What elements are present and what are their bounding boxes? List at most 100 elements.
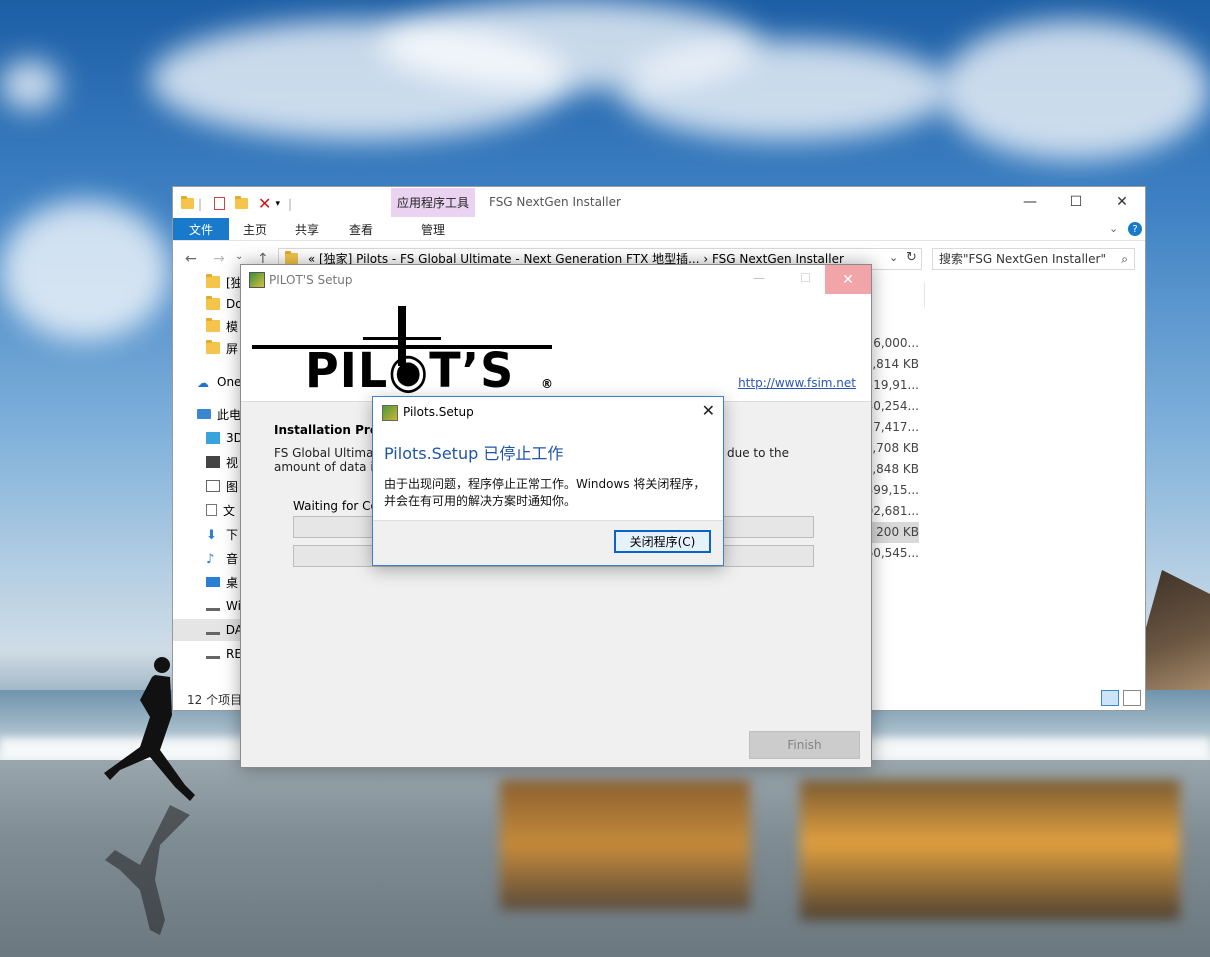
divider: | <box>198 196 203 211</box>
installation-heading: Installation Prog <box>274 423 387 437</box>
nav-item-folder-3[interactable]: 模 <box>173 315 243 337</box>
waiting-label: Waiting for Co <box>293 499 378 513</box>
nav-item-onedrive[interactable]: ☁ One <box>173 371 243 393</box>
nav-item-drive-data[interactable]: DA <box>173 619 243 641</box>
customize-dropdown-icon[interactable]: ▾ <box>275 199 280 209</box>
setup-banner: PIL◉T’S ® http://www.fsim.net <box>241 295 871 402</box>
details-view-icon[interactable] <box>1101 690 1119 706</box>
minimize-button[interactable]: — <box>1007 187 1053 217</box>
drive-icon <box>206 650 220 659</box>
nav-item-music[interactable]: ♪ 音 <box>173 547 243 569</box>
nav-item-this-pc[interactable]: 此电 <box>173 403 243 425</box>
status-item-count: 12 个项目 <box>187 693 243 707</box>
computer-icon <box>197 409 211 419</box>
close-button[interactable]: ✕ <box>825 265 871 294</box>
help-icon[interactable]: ? <box>1128 222 1142 236</box>
film-icon <box>206 456 220 468</box>
cloud-icon: ☁ <box>197 376 209 390</box>
tab-file[interactable]: 文件 <box>173 218 229 240</box>
address-dropdown-icon[interactable]: ⌄ <box>889 251 898 264</box>
dialog-footer: 关闭程序(C) <box>373 520 723 565</box>
nav-item-label: 音 <box>226 551 239 566</box>
tab-view[interactable]: 查看 <box>339 218 383 240</box>
recent-dropdown-icon[interactable]: ⌄ <box>235 251 243 262</box>
close-program-button[interactable]: 关闭程序(C) <box>614 530 711 553</box>
explorer-titlebar: | ✕ ▾ | 应用程序工具 FSG NextGen Installer — ☐… <box>173 187 1145 218</box>
setup-title: PILOT'S Setup <box>269 273 353 287</box>
nav-item-videos[interactable]: 视 <box>173 451 243 473</box>
drive-icon <box>206 602 220 611</box>
folder-icon <box>181 196 194 209</box>
properties-icon[interactable] <box>214 197 226 210</box>
nav-item-pictures[interactable]: 图 <box>173 475 243 497</box>
nav-item-drive-c[interactable]: Wi <box>173 595 243 617</box>
document-icon <box>206 504 217 516</box>
picture-icon <box>206 480 220 492</box>
logo-plane-tail <box>363 337 441 340</box>
nav-item-label: 屏 <box>226 341 239 356</box>
maximize-button[interactable]: ☐ <box>1053 187 1099 217</box>
refresh-icon[interactable]: ↻ <box>906 250 917 265</box>
error-heading: Pilots.Setup 已停止工作 <box>384 444 564 463</box>
tab-share[interactable]: 共享 <box>285 218 329 240</box>
maximize-button[interactable]: ☐ <box>800 271 811 285</box>
quick-access-toolbar: | ✕ ▾ | <box>181 194 292 213</box>
runner-reflection <box>105 805 190 935</box>
nav-item-label: 此电 <box>217 407 242 422</box>
nav-item-label: 图 <box>226 479 239 494</box>
desktop-icon <box>206 577 220 587</box>
search-placeholder: 搜索"FSG NextGen Installer" <box>939 252 1106 266</box>
setup-app-icon <box>249 272 265 288</box>
nav-item-label: One <box>217 375 242 389</box>
large-icons-view-icon[interactable] <box>1123 690 1141 706</box>
new-folder-icon[interactable] <box>235 196 249 209</box>
nav-item-drive-re[interactable]: RE <box>173 643 243 665</box>
folder-icon <box>206 318 220 332</box>
back-arrow-icon[interactable]: ← <box>185 251 197 267</box>
setup-app-icon <box>382 405 398 421</box>
description-right: due to the <box>727 446 789 460</box>
nav-item-label: 下 <box>226 527 239 542</box>
window-title: FSG NextGen Installer <box>489 195 621 209</box>
nav-item-label: 桌 <box>226 575 239 590</box>
nav-item-label: 文 <box>223 503 236 518</box>
nav-item-label: Wi <box>226 599 241 613</box>
nav-item-documents[interactable]: 文 <box>173 499 243 521</box>
close-icon[interactable]: ✕ <box>702 401 715 420</box>
pilots-logo: PIL◉T’S <box>305 341 515 399</box>
folder-icon <box>206 274 220 288</box>
folder-icon <box>285 251 298 264</box>
context-tab-header: 应用程序工具 <box>391 188 475 217</box>
nav-item-label: 视 <box>226 455 239 470</box>
column-divider[interactable] <box>924 282 925 307</box>
nav-item-3d-objects[interactable]: 3D <box>173 427 243 449</box>
ribbon-tabs: 文件 主页 共享 查看 管理 ⌄ ? <box>173 218 1145 241</box>
registered-mark: ® <box>541 377 553 391</box>
tab-home[interactable]: 主页 <box>233 218 277 240</box>
cube-icon <box>206 432 220 444</box>
folder-icon <box>206 340 220 354</box>
close-button[interactable]: ✕ <box>1099 187 1145 217</box>
nav-item-folder-4[interactable]: 屏 <box>173 337 243 359</box>
nav-item-folder-2[interactable]: Do <box>173 293 243 315</box>
folder-icon <box>206 296 220 310</box>
nav-item-folder-1[interactable]: [独 <box>173 271 243 293</box>
nav-item-desktop[interactable]: 桌 <box>173 571 243 593</box>
finish-button[interactable]: Finish <box>749 731 860 759</box>
minimize-button[interactable]: — <box>753 271 765 285</box>
drive-icon <box>206 626 220 635</box>
forward-arrow-icon[interactable]: → <box>213 251 225 267</box>
error-dialog: Pilots.Setup ✕ Pilots.Setup 已停止工作 由于出现问题… <box>372 396 724 566</box>
navigation-pane: [独 Do 模 屏 ☁ One 此电 3D 视 图 文 ⬇ 下 ♪ 音 桌 Wi DA… <box>173 274 243 685</box>
search-input[interactable]: 搜索"FSG NextGen Installer" ⌕ <box>932 248 1135 270</box>
search-icon: ⌕ <box>1121 252 1128 266</box>
nav-item-label: 模 <box>226 319 239 334</box>
nav-item-downloads[interactable]: ⬇ 下 <box>173 523 243 545</box>
music-note-icon: ♪ <box>206 552 215 567</box>
website-link[interactable]: http://www.fsim.net <box>738 376 856 390</box>
error-message: 由于出现问题，程序停止正常工作。Windows 将关闭程序，并会在有可用的解决方… <box>384 477 706 508</box>
dialog-title: Pilots.Setup <box>403 405 474 419</box>
tab-manage[interactable]: 管理 <box>391 218 475 240</box>
delete-icon[interactable]: ✕ <box>258 194 271 213</box>
expand-ribbon-icon[interactable]: ⌄ <box>1109 222 1118 235</box>
